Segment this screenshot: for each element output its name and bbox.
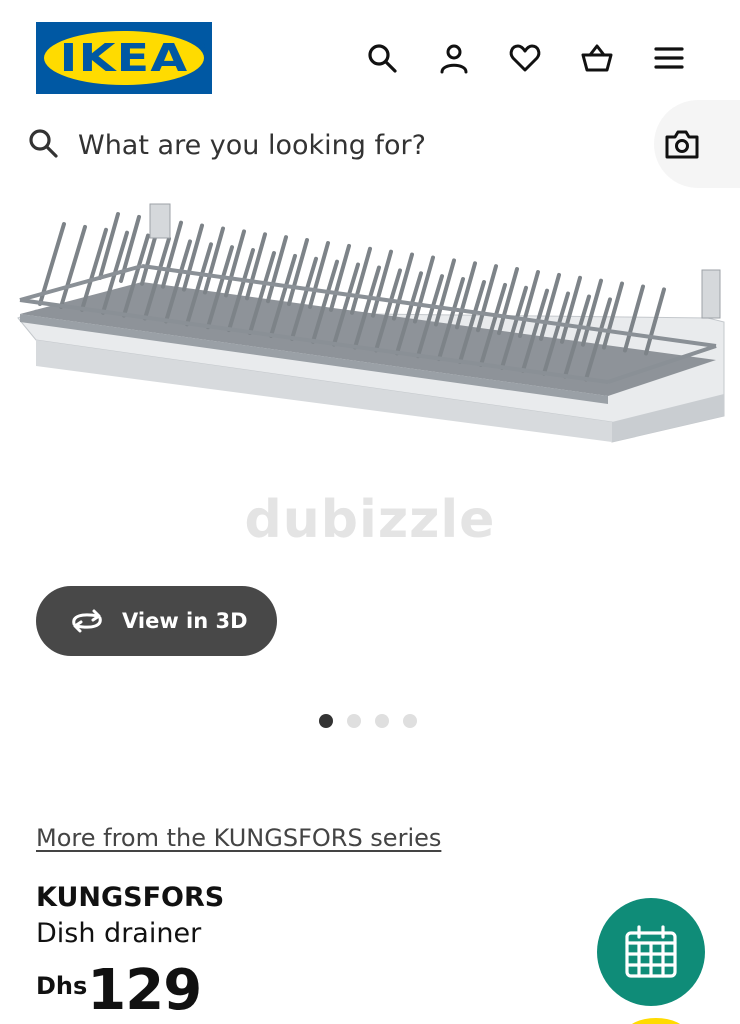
price-currency: Dhs	[36, 972, 88, 1000]
ikea-logo[interactable]: IKEA ®	[36, 22, 212, 94]
carousel-dot[interactable]	[403, 714, 417, 728]
watermark: dubizzle	[244, 490, 496, 550]
basket-icon[interactable]	[577, 38, 617, 78]
product-price: Dhs 129	[36, 958, 202, 1023]
product-name: KUNGSFORS	[36, 882, 225, 913]
carousel-dot[interactable]	[319, 714, 333, 728]
carousel-dot[interactable]	[347, 714, 361, 728]
search-bar	[0, 100, 740, 190]
camera-search-button[interactable]	[654, 100, 740, 188]
menu-icon[interactable]	[649, 38, 689, 78]
heart-icon[interactable]	[505, 38, 545, 78]
view-in-3d-label: View in 3D	[122, 609, 248, 633]
rotate-3d-icon	[72, 609, 102, 633]
carousel-dot[interactable]	[375, 714, 389, 728]
yellow-element	[626, 1018, 686, 1024]
logo-text: IKEA	[59, 36, 189, 80]
calendar-button[interactable]	[597, 898, 705, 1006]
logo-registered-mark: ®	[198, 42, 206, 51]
series-link[interactable]: More from the KUNGSFORS series	[36, 824, 441, 852]
camera-icon	[665, 130, 699, 159]
search-icon[interactable]	[362, 38, 402, 78]
product-description: Dish drainer	[36, 918, 202, 949]
carousel-dots	[319, 714, 417, 728]
price-amount: 129	[87, 958, 202, 1023]
product-image[interactable]	[0, 190, 740, 460]
view-in-3d-button[interactable]: View in 3D	[36, 586, 277, 656]
search-input[interactable]	[78, 120, 618, 170]
calendar-icon	[625, 925, 677, 978]
search-field-icon	[29, 129, 58, 158]
profile-icon[interactable]	[434, 38, 474, 78]
